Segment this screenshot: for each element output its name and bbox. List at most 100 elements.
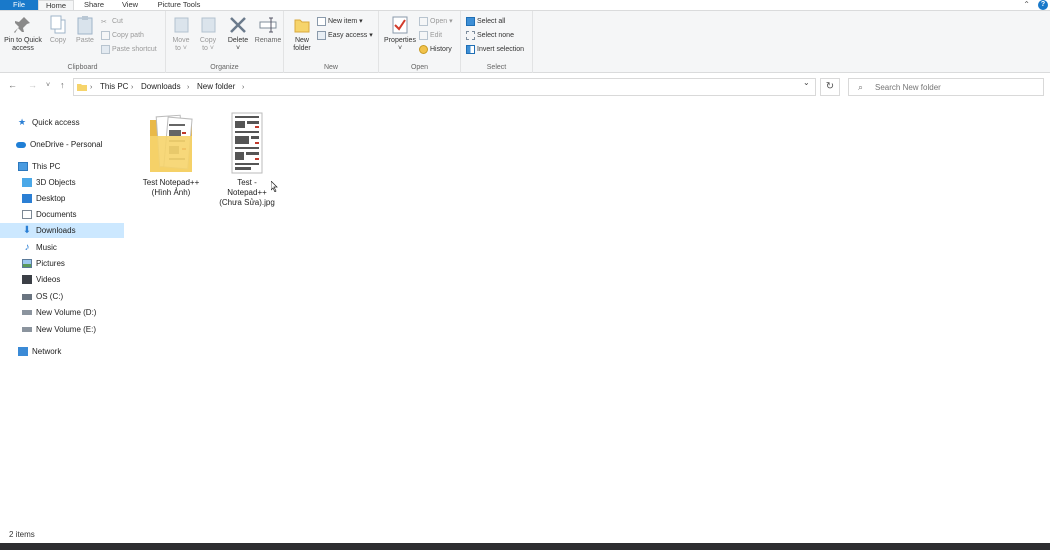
copy-label: Copy: [49, 37, 67, 44]
copy-path-button[interactable]: Copy path: [101, 30, 144, 41]
pictures-icon: [22, 259, 32, 269]
search-icon: ⌕: [858, 82, 864, 92]
nav-volume-d-label: New Volume (D:): [36, 308, 97, 317]
file-name-line-2: (Hình Ảnh): [151, 188, 191, 197]
network-icon: [18, 347, 28, 357]
nav-desktop[interactable]: Desktop: [0, 191, 124, 206]
group-open: Properties ˅ Open ▾ Edit History Open: [379, 11, 461, 73]
help-icon[interactable]: ?: [1038, 0, 1048, 10]
breadcrumb-sep-1: ›: [90, 84, 93, 91]
file-item[interactable]: Test Notepad++ (Hình Ảnh): [137, 112, 205, 198]
copy-to-button[interactable]: Copy to ˅: [195, 15, 221, 53]
history-label: History: [430, 46, 452, 53]
select-all-button[interactable]: Select all: [466, 16, 505, 27]
invert-selection-button[interactable]: Invert selection: [466, 44, 524, 55]
paste-button[interactable]: Paste: [73, 15, 97, 45]
new-folder-button[interactable]: New folder: [287, 15, 317, 53]
file-item[interactable]: Test - Notepad++ (Chưa Sửa).jpg: [214, 112, 280, 208]
copy-button[interactable]: Copy: [46, 15, 70, 45]
drive-icon: [22, 327, 32, 333]
clipboard-group-label: Clipboard: [67, 64, 98, 71]
paste-shortcut-label: Paste shortcut: [112, 46, 157, 53]
edit-button[interactable]: Edit: [419, 30, 442, 41]
nav-3d-objects-label: 3D Objects: [36, 178, 76, 187]
recent-locations-chevron-icon[interactable]: ˅: [46, 82, 50, 89]
move-to-button[interactable]: Move to ˅: [168, 15, 194, 53]
tab-picture-tools[interactable]: Picture Tools: [150, 0, 208, 10]
ribbon: Pin to Quick access Copy Paste ✂ Cut Copy…: [0, 10, 1050, 73]
delete-button[interactable]: Delete ˅: [224, 15, 252, 53]
delete-x-icon: [230, 17, 246, 33]
nav-videos-label: Videos: [36, 275, 61, 284]
breadcrumb-sep-3: ›: [187, 84, 190, 91]
desktop-icon: [22, 194, 32, 204]
nav-this-pc[interactable]: This PC: [0, 159, 124, 174]
nav-network[interactable]: Network: [0, 344, 124, 359]
search-box[interactable]: ⌕: [848, 78, 1044, 96]
easy-access-label: Easy access ▾: [328, 32, 373, 39]
tab-file[interactable]: File: [0, 0, 38, 10]
nav-documents[interactable]: Documents: [0, 207, 124, 222]
rename-icon: [259, 17, 277, 33]
search-input[interactable]: [875, 81, 1035, 93]
new-item-button[interactable]: New item ▾: [317, 16, 363, 27]
nav-videos[interactable]: Videos: [0, 272, 124, 287]
nav-volume-d[interactable]: New Volume (D:): [0, 305, 124, 320]
open-icon: [419, 16, 428, 26]
cut-label: Cut: [112, 18, 123, 25]
delete-label: Delete: [227, 37, 249, 44]
pin-icon: [14, 17, 30, 33]
history-button[interactable]: History: [419, 44, 452, 55]
open-group-label: Open: [410, 64, 429, 71]
history-icon: [419, 44, 428, 54]
nav-3d-objects[interactable]: 3D Objects: [0, 175, 124, 190]
select-group-label: Select: [486, 64, 507, 71]
nav-onedrive-label: OneDrive - Personal: [30, 140, 103, 149]
taskbar: [0, 543, 1050, 550]
nav-downloads[interactable]: ⬇ Downloads: [0, 223, 124, 238]
music-note-icon: ♪: [24, 242, 30, 254]
select-none-icon: [466, 30, 475, 40]
nav-pictures-label: Pictures: [36, 259, 65, 268]
nav-music[interactable]: ♪ Music: [0, 240, 124, 255]
back-arrow-icon[interactable]: ←: [8, 80, 17, 90]
folder-icon: [77, 84, 87, 91]
copy-icon: [50, 15, 66, 34]
minimize-ribbon-icon[interactable]: ⌃: [1023, 0, 1030, 10]
copy-to-icon: [201, 17, 216, 33]
nav-os-c[interactable]: OS (C:): [0, 289, 124, 304]
forward-arrow-icon[interactable]: →: [28, 80, 37, 90]
download-arrow-icon: ⬇: [22, 225, 32, 237]
tab-share[interactable]: Share: [78, 0, 110, 10]
breadcrumb-this-pc[interactable]: This PC: [100, 82, 128, 91]
paste-shortcut-button[interactable]: Paste shortcut: [101, 44, 157, 55]
refresh-icon[interactable]: ↻: [820, 78, 840, 96]
image-thumbnail-icon: [231, 112, 263, 174]
pin-to-quick-access-button[interactable]: Pin to Quick access: [3, 15, 43, 53]
invert-selection-label: Invert selection: [477, 46, 525, 53]
nav-volume-e[interactable]: New Volume (E:): [0, 322, 124, 337]
select-none-button[interactable]: Select none: [466, 30, 514, 41]
new-item-label: New item ▾: [328, 18, 363, 25]
film-icon: [22, 275, 32, 285]
folder-thumbnail-icon: [150, 114, 193, 172]
nav-pictures[interactable]: Pictures: [0, 256, 124, 271]
nav-onedrive[interactable]: OneDrive - Personal: [0, 137, 124, 152]
select-none-label: Select none: [477, 32, 514, 39]
address-bar[interactable]: › This PC › Downloads › New folder ›: [73, 78, 816, 96]
address-dropdown-chevron-icon[interactable]: ⌄: [803, 78, 810, 87]
up-arrow-icon[interactable]: ↑: [60, 80, 65, 90]
tab-view[interactable]: View: [112, 0, 148, 10]
copyto-label-2: to ˅: [202, 45, 214, 52]
cut-button[interactable]: ✂ Cut: [101, 16, 123, 27]
open-button[interactable]: Open ▾: [419, 16, 453, 27]
easy-access-button[interactable]: Easy access ▾: [317, 30, 373, 41]
document-icon: [22, 210, 32, 220]
breadcrumb-downloads[interactable]: Downloads: [141, 82, 181, 91]
properties-button[interactable]: Properties ˅: [382, 15, 418, 53]
cube-icon: [22, 178, 32, 188]
nav-quick-access[interactable]: ★ Quick access: [0, 115, 124, 130]
rename-button[interactable]: Rename: [253, 15, 283, 45]
breadcrumb-new-folder[interactable]: New folder: [197, 82, 235, 91]
status-bar: 2 items: [0, 528, 1050, 542]
